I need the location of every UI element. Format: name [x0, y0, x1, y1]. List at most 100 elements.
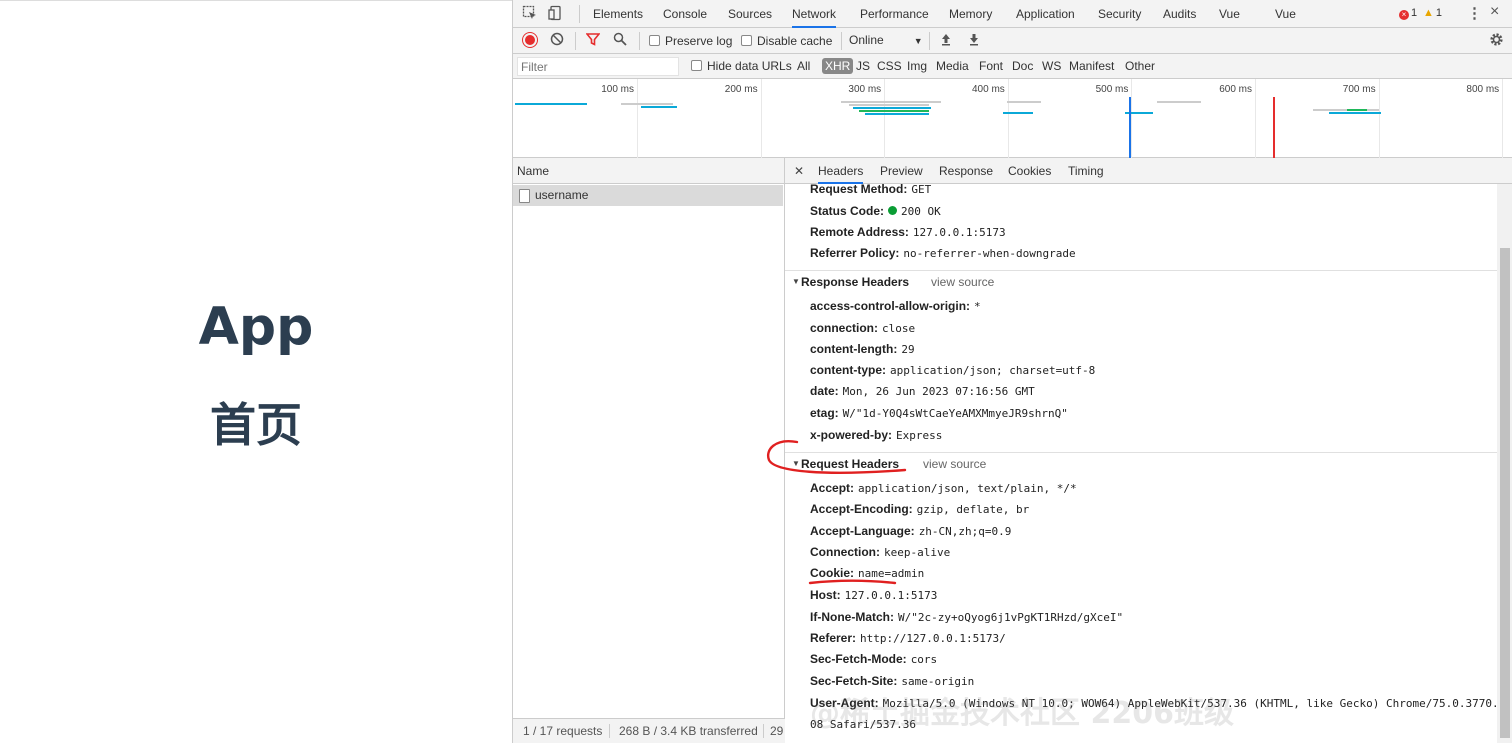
tab-audits[interactable]: Audits [1163, 0, 1196, 28]
tab-vue[interactable]: Vue [1275, 0, 1296, 28]
error-icon: × [1399, 10, 1409, 20]
export-har-icon[interactable] [967, 32, 981, 49]
tab-elements[interactable]: Elements [593, 0, 643, 28]
time-tick-label: 400 ms [972, 84, 1005, 95]
scrollbar[interactable] [1497, 184, 1512, 743]
timeline-bar [641, 106, 677, 108]
close-icon[interactable]: ✕ [794, 164, 804, 178]
close-devtools-icon[interactable]: × [1490, 3, 1499, 21]
header-row: connection: close [810, 321, 915, 335]
grid-line [884, 79, 886, 158]
header-value: * [974, 300, 981, 313]
tab-vue[interactable]: Vue [1219, 0, 1240, 28]
devtools-panel: Elements Console Sources Network Performance… [512, 0, 1512, 743]
preserve-log-checkbox[interactable]: Preserve log [649, 34, 732, 48]
triangle-down-icon[interactable]: ▼ [792, 277, 800, 286]
grid-line [1007, 79, 1009, 158]
throttling-select[interactable]: Online ▼ [849, 33, 923, 47]
scrollbar-thumb[interactable] [1500, 248, 1510, 738]
header-row: Sec-Fetch-Site: same-origin [810, 674, 974, 688]
time-tick-label: 800 ms [1466, 84, 1500, 95]
header-row: etag: W/"1d-Y0Q4sWtCaeYeAMXMmyeJR9shrnQ" [810, 406, 1068, 420]
chevron-down-icon: ▼ [913, 36, 923, 46]
load-event-marker [1273, 97, 1275, 158]
type-filter-css[interactable]: CSS [874, 58, 905, 74]
tab-memory[interactable]: Memory [949, 0, 992, 28]
header-name: Accept: [810, 481, 855, 495]
detail-tab-preview[interactable]: Preview [880, 158, 923, 184]
divider [639, 32, 640, 50]
grid-line [637, 79, 638, 158]
error-counter[interactable]: × 1 [1399, 7, 1417, 20]
timeline-bar [849, 104, 929, 106]
warning-counter[interactable]: ▲ 1 [1423, 7, 1442, 19]
view-source-link[interactable]: view source [931, 275, 994, 289]
tab-network[interactable]: Network [792, 0, 837, 28]
header-name: Host: [810, 588, 841, 602]
more-menu-icon[interactable]: ⋮ [1467, 4, 1482, 22]
type-filter-img[interactable]: Img [904, 58, 930, 74]
type-filter-font[interactable]: Font [976, 58, 1006, 74]
response-headers-section[interactable]: ▼ Response Headers view source [785, 270, 1497, 292]
filter-icon[interactable] [585, 32, 601, 49]
time-tick-label: 300 ms [848, 84, 882, 95]
request-headers-section[interactable]: ▼ Request Headers view source [785, 452, 1497, 474]
header-name: Sec-Fetch-Site: [810, 674, 898, 688]
timeline-bar [1007, 101, 1041, 103]
tab-application[interactable]: Application [1016, 0, 1075, 28]
finish-time: 29 [770, 724, 784, 738]
header-name: Referer: [810, 631, 857, 645]
tab-sources[interactable]: Sources [728, 0, 772, 28]
header-value: no-referrer-when-downgrade [903, 247, 1076, 260]
detail-tab-timing[interactable]: Timing [1068, 158, 1104, 184]
header-value: 127.0.0.1:5173 [844, 589, 938, 602]
header-row: Cookie: name=admin [810, 566, 924, 580]
name-column-header[interactable]: Name [513, 158, 784, 184]
watermark: @稀土掘金技术社区 2206班级 [810, 696, 1234, 731]
hide-data-urls-checkbox[interactable]: Hide data URLs [691, 59, 792, 73]
inspect-element-icon[interactable] [521, 5, 539, 23]
detail-tab-response[interactable]: Response [939, 158, 993, 184]
disable-cache-checkbox[interactable]: Disable cache [741, 34, 832, 48]
type-filter-media[interactable]: Media [933, 58, 972, 74]
header-value: 200 OK [901, 205, 941, 218]
dom-content-loaded-marker [1129, 97, 1131, 158]
search-icon[interactable] [613, 32, 627, 49]
record-icon[interactable] [523, 33, 537, 47]
tab-performance[interactable]: Performance [860, 0, 929, 28]
header-row: Sec-Fetch-Mode: cors [810, 652, 937, 666]
header-value: close [882, 322, 916, 335]
time-tick-label: 500 ms [1095, 84, 1129, 95]
type-filter-js[interactable]: JS [853, 58, 873, 74]
time-tick-label: 200 ms [724, 84, 758, 95]
view-source-link[interactable]: view source [923, 457, 986, 471]
warning-icon: ▲ [1423, 7, 1434, 19]
header-row: Connection: keep-alive [810, 545, 950, 559]
header-value: GET [911, 183, 932, 196]
device-toolbar-icon[interactable] [547, 5, 565, 23]
timeline-bar [621, 103, 673, 105]
triangle-down-icon[interactable]: ▼ [792, 459, 800, 468]
request-row[interactable]: username [513, 185, 783, 206]
type-filter-ws[interactable]: WS [1039, 58, 1064, 74]
header-value: 127.0.0.1:5173 [912, 226, 1006, 239]
import-har-icon[interactable] [939, 32, 953, 49]
clear-icon[interactable] [550, 32, 564, 49]
grid-line [760, 79, 762, 158]
section-title: Request Headers [801, 457, 900, 471]
tab-security[interactable]: Security [1098, 0, 1141, 28]
header-name: Connection: [810, 545, 880, 559]
header-row: Accept-Encoding: gzip, deflate, br [810, 502, 1029, 516]
detail-tab-cookies[interactable]: Cookies [1008, 158, 1051, 184]
type-filter-doc[interactable]: Doc [1009, 58, 1036, 74]
filter-input[interactable] [517, 57, 679, 76]
gear-icon[interactable] [1489, 32, 1504, 50]
type-filter-xhr[interactable]: XHR [822, 58, 854, 74]
header-row: content-length: 29 [810, 342, 915, 356]
type-filter-manifest[interactable]: Manifest [1066, 58, 1117, 74]
type-filter-all[interactable]: All [794, 58, 813, 74]
grid-line [1502, 79, 1504, 158]
detail-tab-headers[interactable]: Headers [818, 158, 864, 184]
type-filter-other[interactable]: Other [1122, 58, 1158, 74]
tab-console[interactable]: Console [663, 0, 707, 28]
